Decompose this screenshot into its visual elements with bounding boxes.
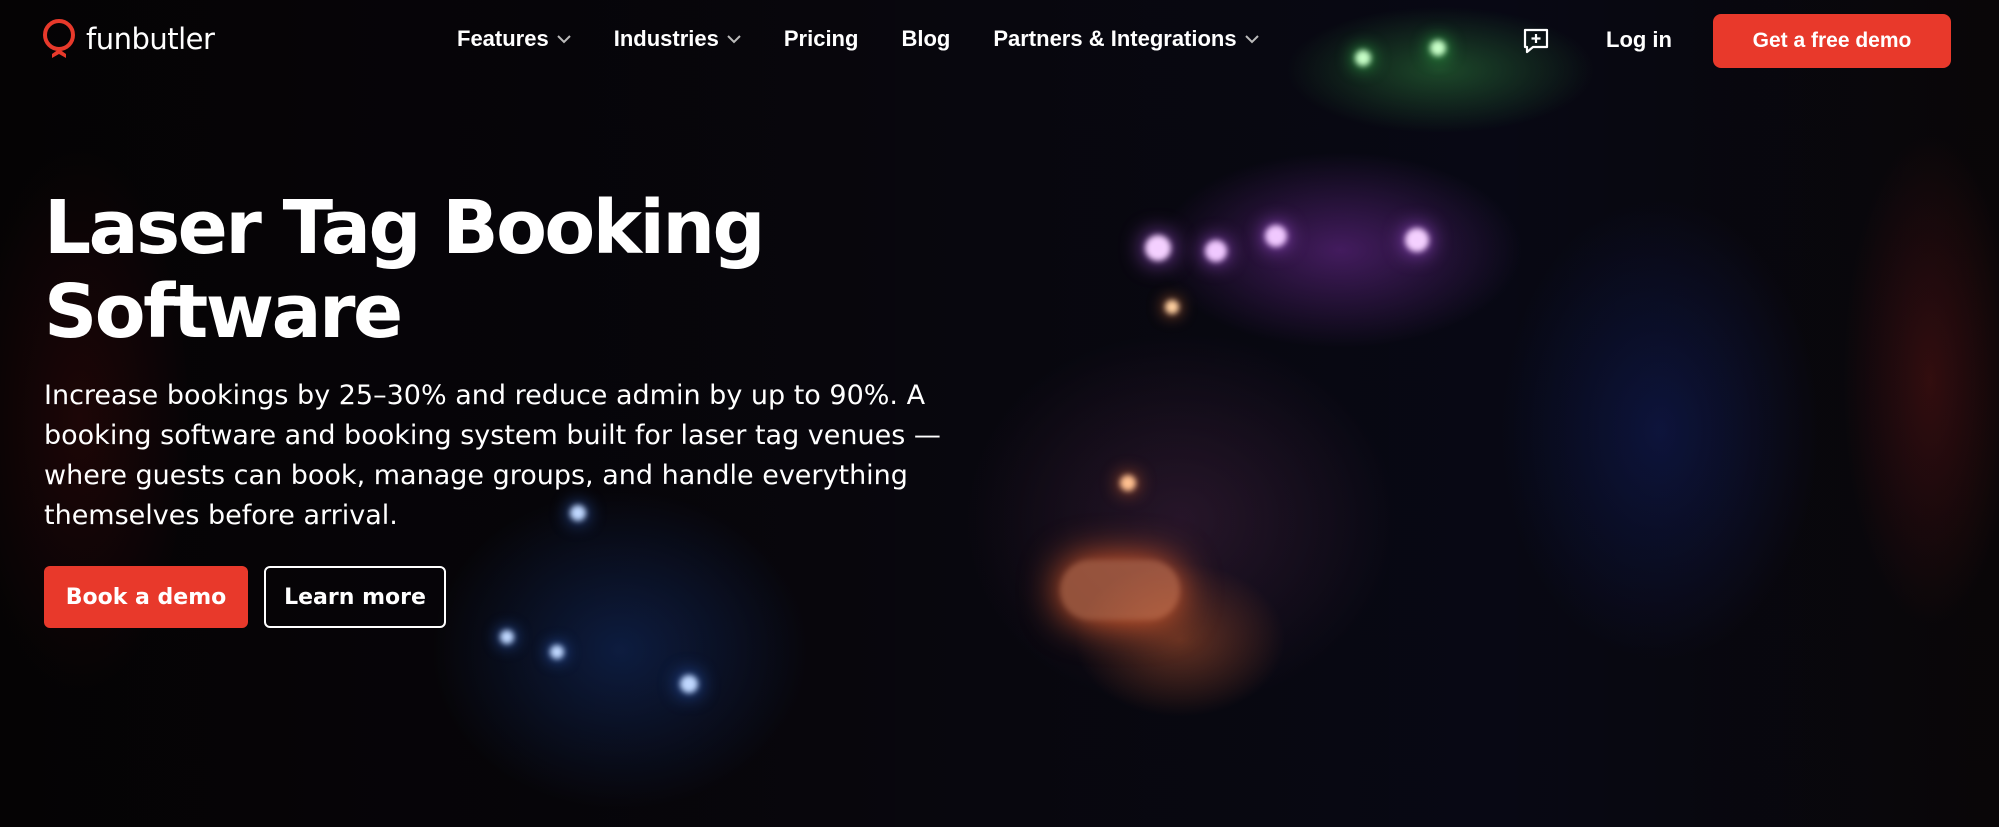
nav-item-industries[interactable]: Industries bbox=[614, 26, 741, 52]
chevron-down-icon bbox=[727, 34, 741, 43]
laser-light bbox=[1265, 225, 1287, 247]
site-header: funbutler Features Industries Pricing Bl… bbox=[0, 0, 1999, 82]
hero-title: Laser Tag Booking Software bbox=[44, 185, 766, 355]
laser-light bbox=[1060, 560, 1180, 620]
funbutler-logo-icon bbox=[43, 19, 75, 58]
hero-actions: Book a demo Learn more bbox=[44, 566, 1024, 628]
laser-light bbox=[1205, 240, 1227, 262]
chevron-down-icon bbox=[1244, 34, 1259, 43]
nav-item-label: Industries bbox=[613, 26, 719, 51]
book-demo-button[interactable]: Book a demo bbox=[44, 566, 248, 628]
nav-item-label: Partners & Integrations bbox=[993, 26, 1237, 51]
nav-item-features[interactable]: Features bbox=[457, 26, 571, 52]
funbutler-logo[interactable]: funbutler bbox=[40, 18, 215, 60]
laser-light bbox=[1120, 475, 1136, 491]
laser-light bbox=[1405, 228, 1429, 252]
nav-item-label: Blog bbox=[901, 26, 951, 51]
nav-item-label: Features bbox=[457, 26, 549, 51]
nav-item-partners-integrations[interactable]: Partners & Integrations bbox=[993, 26, 1259, 52]
nav-item-pricing[interactable]: Pricing bbox=[784, 26, 859, 52]
hero-subtitle: Increase bookings by 25–30% and reduce a… bbox=[44, 380, 941, 531]
login-link[interactable]: Log in bbox=[1606, 27, 1672, 53]
brand-name: funbutler bbox=[86, 22, 215, 56]
laser-light bbox=[500, 630, 514, 644]
laser-light bbox=[1165, 300, 1179, 314]
hero-content: Laser Tag Booking Software Increase book… bbox=[44, 186, 1024, 628]
laser-light bbox=[550, 645, 564, 659]
laser-light bbox=[680, 675, 698, 693]
learn-more-button[interactable]: Learn more bbox=[264, 566, 446, 628]
nav-item-blog[interactable]: Blog bbox=[901, 26, 950, 52]
get-free-demo-button[interactable]: Get a free demo bbox=[1713, 14, 1951, 68]
nav-item-label: Pricing bbox=[783, 26, 859, 51]
chat-plus-icon[interactable] bbox=[1522, 28, 1550, 54]
hero-section: funbutler Features Industries Pricing Bl… bbox=[0, 0, 1999, 827]
laser-light bbox=[1145, 235, 1171, 261]
chevron-down-icon bbox=[557, 34, 571, 43]
main-nav: Features Industries Pricing Blog Partner… bbox=[457, 26, 1259, 52]
